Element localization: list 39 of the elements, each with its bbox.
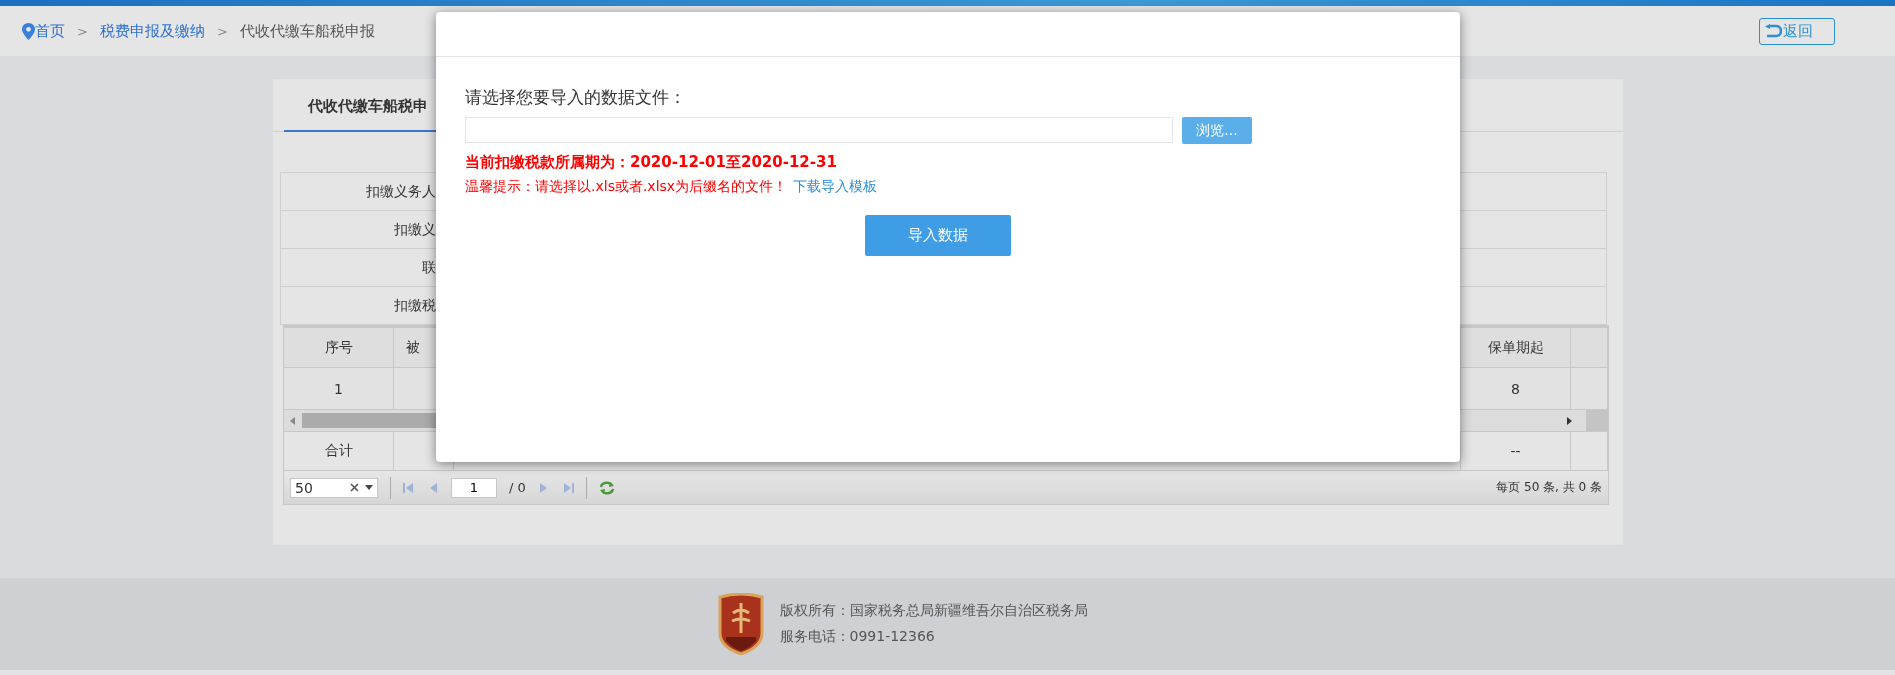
page-number-field[interactable]: 1: [451, 477, 497, 498]
period-notice: 当前扣缴税款所属期为：2020-12-01至2020-12-31: [465, 153, 838, 172]
template-download-link[interactable]: 下载导入模板: [793, 178, 878, 196]
back-button[interactable]: 返回: [1759, 17, 1835, 45]
column-header: 序号: [284, 328, 394, 367]
breadcrumb-link[interactable]: 代收代缴车船税申报: [239, 21, 375, 41]
form-label: 扣缴义: [393, 220, 436, 239]
service-phone: 服务电话：0991-12366: [779, 628, 936, 646]
page-count: / 0: [509, 480, 526, 495]
file-type-tip: 温馨提示：请选择以.xls或者.xlsx为后缀名的文件！: [465, 178, 788, 196]
location-pin-icon: [22, 22, 35, 40]
form-label: 扣缴义务人: [365, 182, 436, 201]
first-page-icon[interactable]: [403, 481, 415, 494]
table-cell: 8: [1461, 368, 1571, 409]
file-path-field[interactable]: [465, 117, 1173, 143]
browse-button[interactable]: 浏览...: [1182, 117, 1252, 144]
scroll-right-icon[interactable]: [1564, 415, 1574, 426]
page-size-select[interactable]: 50: [290, 477, 378, 498]
refresh-icon[interactable]: [598, 480, 615, 495]
form-label: 扣缴税: [393, 296, 436, 315]
column-header: 保单期起: [1461, 328, 1571, 367]
breadcrumb-separator: >: [77, 23, 88, 39]
breadcrumb-link[interactable]: 首页: [35, 21, 65, 41]
breadcrumb-link[interactable]: 税费申报及缴纳: [99, 21, 205, 41]
pager-summary: 每页 50 条, 共 0 条: [1496, 479, 1602, 496]
shield-logo: [717, 593, 764, 655]
scroll-left-icon[interactable]: [288, 415, 298, 426]
file-prompt: 请选择您要导入的数据文件：: [465, 86, 687, 109]
dropdown-caret-icon[interactable]: [365, 485, 373, 490]
return-arrow-icon: [1764, 24, 1782, 38]
form-label: 联: [421, 258, 436, 277]
last-page-icon[interactable]: [561, 481, 574, 494]
breadcrumb-separator: >: [216, 23, 228, 39]
copyright-text: 版权所有：国家税务总局新疆维吾尔自治区税务局: [779, 602, 1088, 620]
table-cell: 1: [284, 368, 394, 409]
table-cell: --: [1461, 432, 1571, 470]
import-button[interactable]: 导入数据: [865, 215, 1011, 256]
total-label: 合计: [284, 432, 394, 470]
clear-icon[interactable]: [350, 483, 359, 492]
